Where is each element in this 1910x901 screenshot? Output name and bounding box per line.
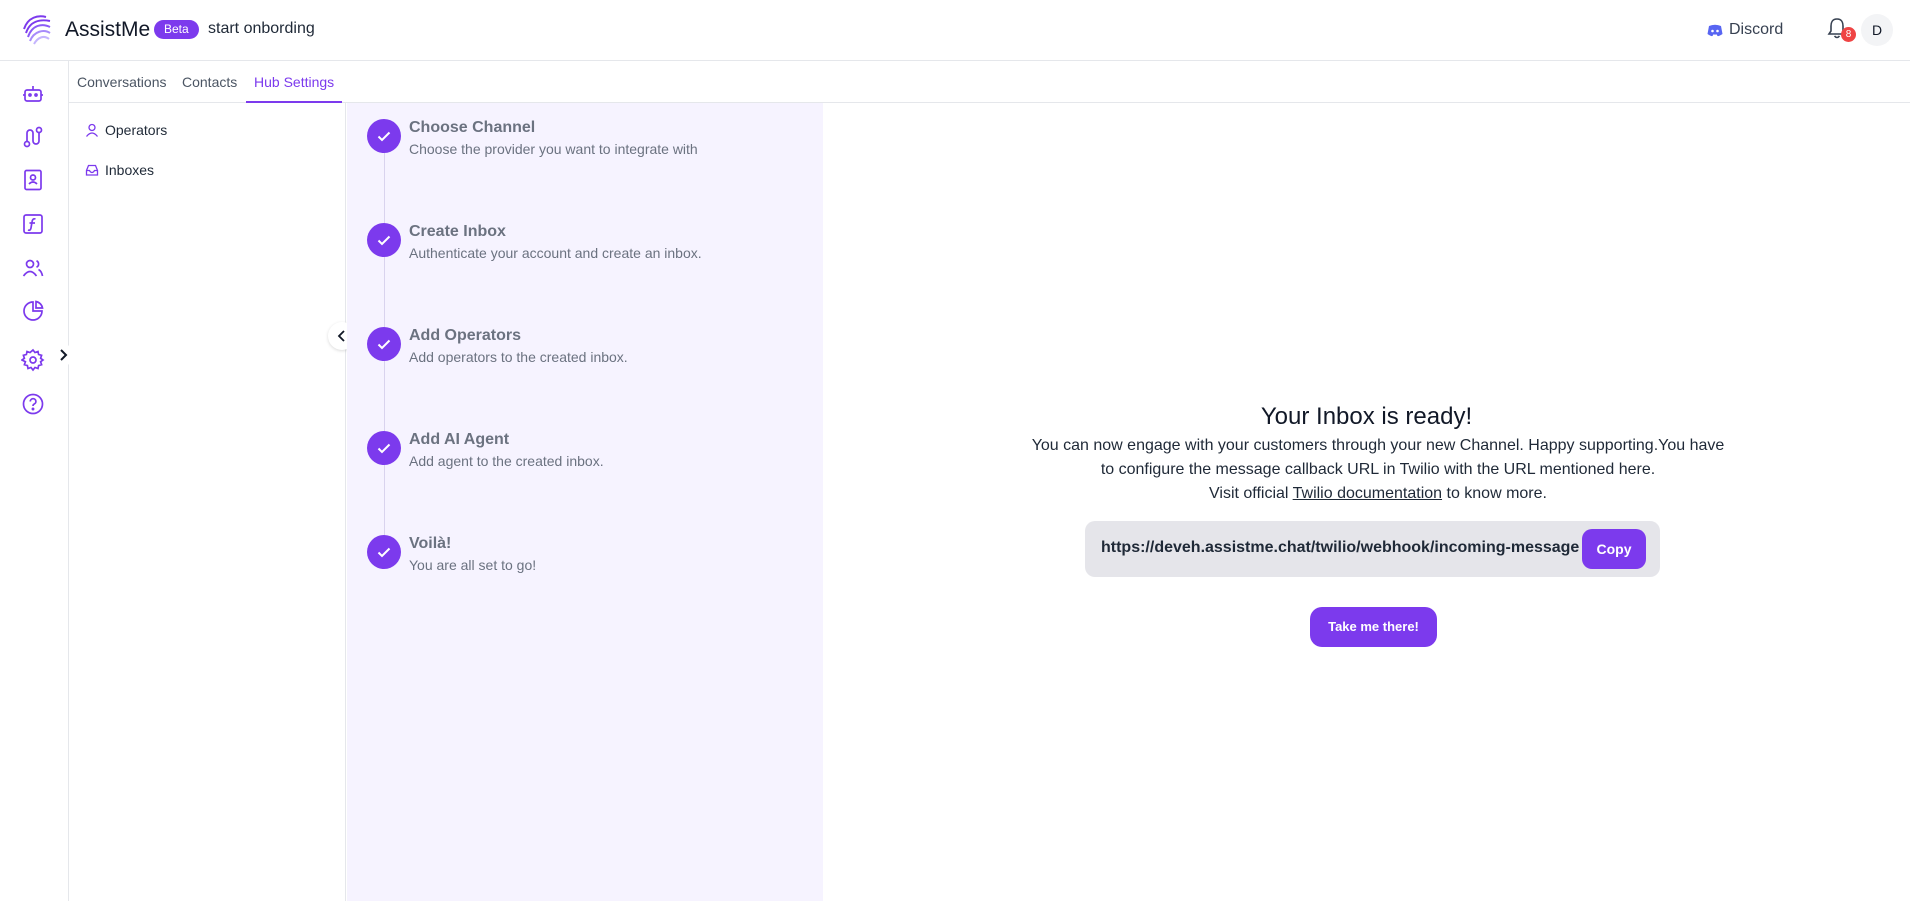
tab-contacts[interactable]: Contacts [182, 61, 237, 103]
check-icon [367, 119, 401, 153]
inbox-icon [85, 164, 99, 176]
sidebar-item-inboxes[interactable]: Inboxes [85, 159, 154, 181]
step-create-inbox: Create Inbox Authenticate your account a… [367, 207, 807, 261]
page-title: Your Inbox is ready! [1260, 403, 1473, 430]
chevron-left-icon [337, 330, 345, 342]
step-title: Choose Channel [409, 119, 536, 136]
function-icon[interactable] [21, 212, 45, 236]
step-voila: Voilà! You are all set to go! [367, 519, 807, 573]
users-icon[interactable] [21, 256, 45, 280]
step-add-operators: Add Operators Add operators to the creat… [367, 311, 807, 365]
step-description: Add agent to the created inbox. [409, 453, 604, 469]
analytics-icon[interactable] [21, 299, 45, 323]
check-icon [367, 327, 401, 361]
check-icon [367, 535, 401, 569]
step-title: Voilà! [409, 535, 452, 552]
check-icon [367, 223, 401, 257]
left-icon-rail [0, 61, 74, 901]
webhook-url-box: https://deveh.assistme.chat/twilio/webho… [1085, 521, 1660, 577]
discord-link[interactable]: Discord [1707, 20, 1783, 40]
flow-icon[interactable] [21, 125, 45, 149]
help-icon[interactable] [21, 392, 45, 416]
step-description: Authenticate your account and create an … [409, 245, 702, 261]
inbox-ready-panel: Your Inbox is ready! You can now engage … [823, 103, 1910, 901]
step-description: Choose the provider you want to integrat… [409, 141, 698, 157]
copy-button[interactable]: Copy [1582, 529, 1646, 569]
bot-icon[interactable] [21, 82, 45, 106]
hub-settings-sidebar: Operators Inboxes [69, 103, 346, 901]
ready-description-text: You can now engage with your customers t… [1031, 437, 1725, 478]
step-description: You are all set to go! [409, 557, 537, 573]
discord-icon [1707, 24, 1723, 36]
top-header: AssistMe Beta start onbording Discord 8 … [0, 0, 1910, 61]
webhook-url[interactable]: https://deveh.assistme.chat/twilio/webho… [1101, 539, 1579, 557]
sidebar-item-operators[interactable]: Operators [85, 119, 167, 141]
sidebar-item-label: Operators [105, 122, 168, 138]
settings-icon[interactable] [21, 348, 45, 372]
user-icon [85, 123, 99, 137]
beta-badge: Beta [154, 20, 199, 39]
step-title: Add AI Agent [409, 431, 510, 448]
discord-label: Discord [1729, 21, 1784, 38]
user-avatar[interactable]: D [1861, 14, 1893, 46]
chevron-right-icon [60, 349, 68, 361]
take-me-there-button[interactable]: Take me there! [1310, 607, 1437, 647]
step-description: Add operators to the created inbox. [409, 349, 628, 365]
check-icon [367, 431, 401, 465]
tab-conversations[interactable]: Conversations [77, 61, 167, 103]
visit-suffix: to know more. [1442, 485, 1547, 502]
contacts-book-icon[interactable] [21, 168, 45, 192]
step-choose-channel: Choose Channel Choose the provider you w… [367, 103, 807, 157]
sidebar-item-label: Inboxes [105, 162, 155, 178]
step-add-ai-agent: Add AI Agent Add agent to the created in… [367, 415, 807, 469]
tab-hub-settings[interactable]: Hub Settings [246, 61, 343, 103]
start-onboarding-link[interactable]: start onbording [208, 20, 315, 38]
step-title: Add Operators [409, 327, 522, 344]
onboarding-stepper: Choose Channel Choose the provider you w… [347, 103, 823, 901]
ready-description: You can now engage with your customers t… [1023, 434, 1733, 506]
assistme-logo-icon[interactable] [20, 11, 54, 47]
step-title: Create Inbox [409, 223, 506, 240]
app-name: AssistMe [65, 18, 151, 41]
top-tabs: Conversations Contacts Hub Settings [69, 61, 1910, 103]
visit-prefix: Visit official [1209, 485, 1293, 502]
notification-count-badge: 8 [1841, 27, 1856, 42]
twilio-documentation-link[interactable]: Twilio documentation [1293, 485, 1442, 502]
